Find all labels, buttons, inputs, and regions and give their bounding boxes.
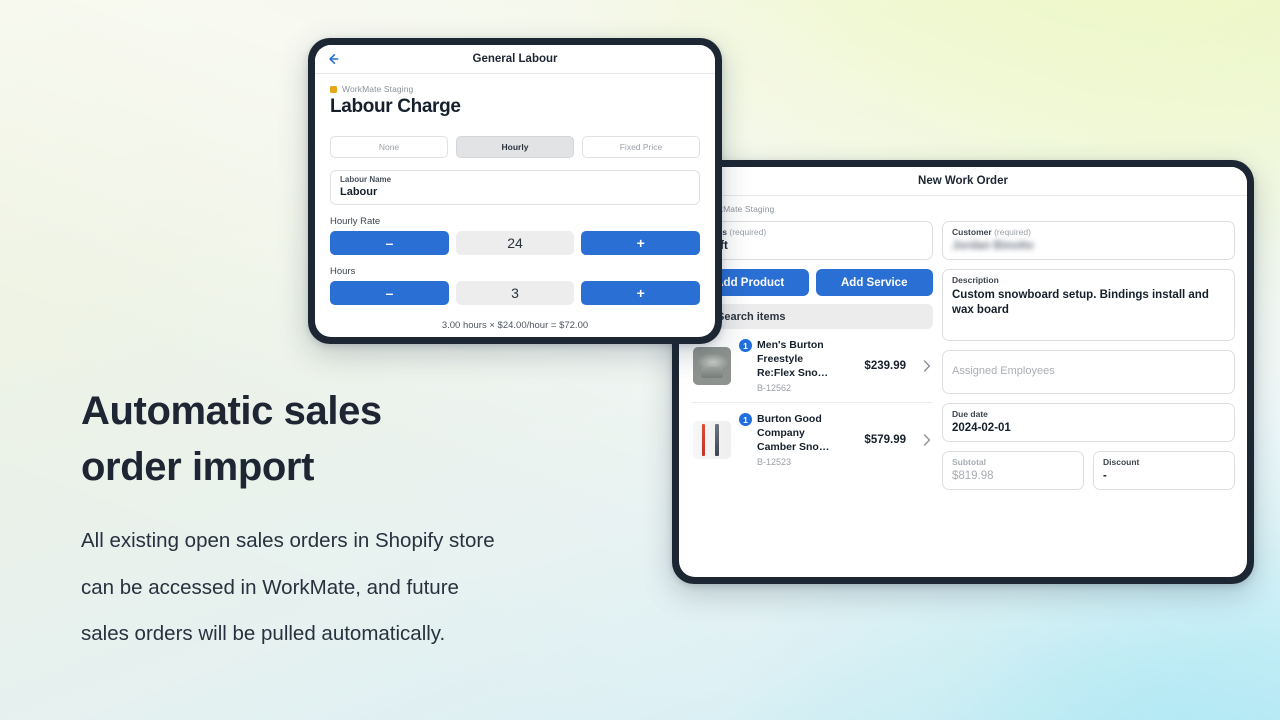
labour-name-field[interactable]: Labour Name Labour (330, 170, 700, 205)
search-items-input[interactable]: Search items (691, 304, 933, 329)
workorder-body: WorkMate Staging Status (required) Draft… (679, 196, 1247, 490)
hourly-rate-value[interactable]: 24 (455, 231, 575, 255)
customer-label-text: Customer (952, 227, 992, 237)
status-required-tag: (required) (729, 227, 767, 237)
description-value: Custom snowboard setup. Bindings install… (952, 289, 1209, 316)
snowboard-thumbnail (693, 420, 731, 459)
item-text: Burton Good Company Camber Sno… B-12523 (757, 412, 843, 467)
page-title: Labour Charge (330, 96, 461, 117)
item-name: Men's Burton Freestyle Re:Flex Sno… (757, 339, 829, 379)
labour-navbar: General Labour (315, 45, 715, 74)
labour-nav-title: General Labour (472, 53, 558, 65)
discount-label: Discount (1103, 457, 1140, 467)
description-label: Description (952, 275, 999, 285)
device-new-work-order: New Work Order WorkMate Staging Status (… (672, 160, 1254, 584)
customer-field[interactable]: Customer (required) Jordan Binotto (942, 221, 1235, 260)
hours-stepper: – 3 + (330, 281, 701, 305)
item-price: $579.99 (864, 433, 906, 446)
hourly-rate-label: Hourly Rate (330, 216, 381, 227)
staging-label: WorkMate Staging (342, 84, 414, 94)
item-price: $239.99 (864, 359, 906, 372)
search-placeholder: Search items (717, 310, 786, 323)
discount-field[interactable]: Discount - (1093, 451, 1235, 490)
item-name: Burton Good Company Camber Sno… (757, 413, 830, 453)
headline: Automatic sales order import (81, 389, 382, 489)
status-field[interactable]: Status (required) Draft (691, 221, 933, 260)
hours-decrement-button[interactable]: – (330, 281, 449, 305)
segment-hourly[interactable]: Hourly (456, 136, 574, 158)
customer-label: Customer (required) (952, 227, 1225, 237)
list-item[interactable]: 1 Burton Good Company Camber Sno… B-1252… (691, 403, 933, 476)
labour-body: WorkMate Staging Labour Charge None Hour… (315, 74, 715, 331)
hours-label: Hours (330, 266, 356, 277)
labour-name-value: Labour (340, 186, 378, 198)
item-sku: B-12523 (757, 457, 792, 467)
item-main: 1 Men's Burton Freestyle Re:Flex Sno… B-… (739, 338, 856, 393)
list-item[interactable]: 1 Men's Burton Freestyle Re:Flex Sno… B-… (691, 329, 933, 403)
item-main: 1 Burton Good Company Camber Sno… B-1252… (739, 412, 856, 467)
body-text: All existing open sales orders in Shopif… (81, 529, 495, 645)
staging-badge: WorkMate Staging (330, 84, 700, 94)
segment-none[interactable]: None (330, 136, 448, 158)
workorder-totals: Subtotal $819.98 Discount - (942, 451, 1235, 490)
subtotal-label: Subtotal (952, 457, 986, 467)
discount-value: - (1103, 470, 1107, 482)
device-labour-charge: General Labour WorkMate Staging Labour C… (308, 38, 722, 344)
add-service-button[interactable]: Add Service (815, 269, 933, 296)
subtotal-field: Subtotal $819.98 (942, 451, 1084, 490)
back-arrow-icon[interactable] (326, 52, 340, 66)
snowboard-binding-thumbnail (693, 346, 731, 385)
shopify-bag-icon (330, 85, 337, 93)
marketing-copy: Automatic sales order import All existin… (81, 383, 681, 658)
workorder-grid: Status (required) Draft Add Product Add … (691, 221, 1235, 490)
hours-increment-button[interactable]: + (581, 281, 701, 305)
item-quantity-badge: 1 (739, 339, 752, 352)
workorder-left-column: Status (required) Draft Add Product Add … (691, 221, 933, 490)
chevron-right-icon[interactable] (923, 433, 931, 446)
customer-value: Jordan Binotto (952, 240, 1034, 252)
hourly-rate-stepper: – 24 + (330, 231, 701, 255)
due-date-label: Due date (952, 409, 988, 419)
workorder-item-list: 1 Men's Burton Freestyle Re:Flex Sno… B-… (691, 329, 933, 476)
hours-value[interactable]: 3 (455, 281, 575, 305)
description-field[interactable]: Description Custom snowboard setup. Bind… (942, 269, 1235, 341)
assigned-employees-field[interactable]: Assigned Employees (942, 350, 1235, 394)
staging-badge: WorkMate Staging (691, 204, 1235, 214)
workorder-action-buttons: Add Product Add Service (691, 269, 933, 296)
segment-fixed-price[interactable]: Fixed Price (582, 136, 700, 158)
hourly-rate-increment-button[interactable]: + (581, 231, 701, 255)
status-label: Status (required) (701, 227, 923, 237)
item-sku: B-12562 (757, 383, 792, 393)
hourly-rate-decrement-button[interactable]: – (330, 231, 449, 255)
item-quantity-badge: 1 (739, 413, 752, 426)
subtotal-value: $819.98 (952, 470, 994, 482)
workorder-nav-title: New Work Order (918, 175, 1008, 187)
workorder-right-column: Customer (required) Jordan Binotto Descr… (942, 221, 1235, 490)
due-date-field[interactable]: Due date 2024-02-01 (942, 403, 1235, 442)
due-date-value: 2024-02-01 (952, 422, 1011, 434)
item-text: Men's Burton Freestyle Re:Flex Sno… B-12… (757, 338, 843, 393)
status-value: Draft (701, 240, 923, 252)
chevron-right-icon[interactable] (923, 359, 931, 372)
assigned-employees-placeholder: Assigned Employees (952, 365, 1055, 377)
workorder-navbar: New Work Order (679, 167, 1247, 196)
labour-total-summary: 3.00 hours × $24.00/hour = $72.00 (441, 320, 589, 331)
customer-required-tag: (required) (994, 227, 1031, 237)
labour-name-label: Labour Name (340, 175, 392, 184)
workorder-screen: New Work Order WorkMate Staging Status (… (679, 167, 1247, 577)
labour-screen: General Labour WorkMate Staging Labour C… (315, 45, 715, 337)
labour-type-segmented-control: None Hourly Fixed Price (330, 136, 700, 158)
